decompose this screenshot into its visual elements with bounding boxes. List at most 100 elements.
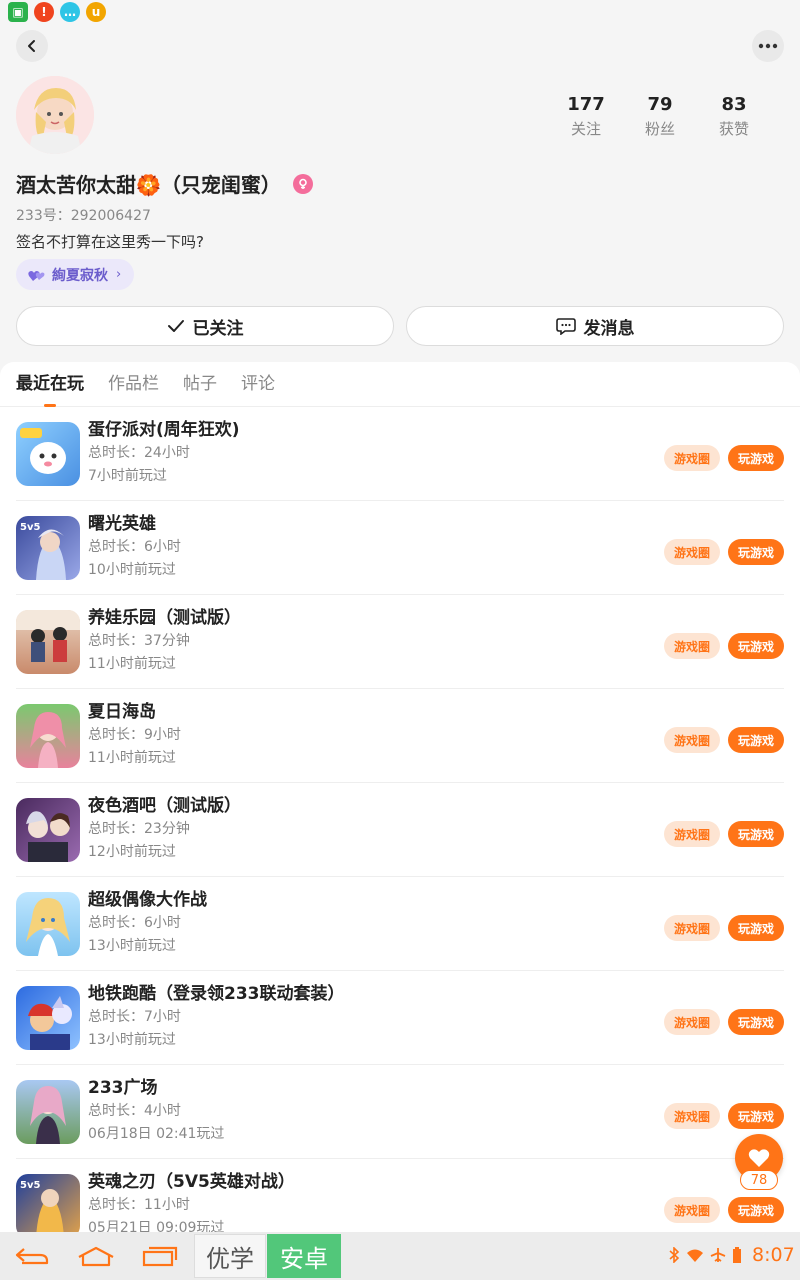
heart-pair-icon [28,270,45,281]
play-game-button[interactable]: 玩游戏 [728,539,784,565]
nav-home-icon [78,1246,114,1267]
game-circle-button[interactable]: 游戏圈 [664,633,720,659]
play-game-button[interactable]: 玩游戏 [728,915,784,941]
nav-recents-icon [142,1246,178,1267]
bluetooth-icon [669,1247,680,1263]
game-circle-button[interactable]: 游戏圈 [664,1009,720,1035]
more-button[interactable] [752,30,784,62]
game-circle-button[interactable]: 游戏圈 [664,821,720,847]
stat-number: 177 [567,94,605,115]
play-game-button[interactable]: 玩游戏 [728,633,784,659]
game-row[interactable]: 夜色酒吧（测试版） 总时长：23分钟 12小时前玩过 游戏圈 玩游戏 [16,783,784,877]
content-panel: 最近在玩 作品栏 帖子 评论 蛋仔派对(周年狂欢) 总时长：24小时 7小时前玩… [0,362,800,1232]
game-circle-button[interactable]: 游戏圈 [664,915,720,941]
message-button[interactable]: 发消息 [406,306,784,346]
nav-back-button[interactable] [12,1242,52,1270]
stat-number: 79 [647,94,673,115]
game-icon: 5v5 [16,1173,80,1232]
follow-button[interactable]: 已关注 [16,306,394,346]
stat-following[interactable]: 177 关注 [549,94,623,140]
game-circle-button[interactable]: 游戏圈 [664,539,720,565]
game-icon: 5v5 [16,515,80,580]
stat-number: 83 [721,94,747,115]
game-icon [16,703,80,768]
svg-text:5v5: 5v5 [20,522,40,533]
game-name: 超级偶像大作战 [88,890,207,910]
nav-home-button[interactable] [76,1242,116,1270]
game-icon [16,891,80,956]
header-bar [0,28,800,64]
uc-icon: u [86,2,106,22]
nickname: 酒太苦你太甜🏵️（只宠闺蜜） [16,173,281,197]
game-list: 蛋仔派对(周年狂欢) 总时长：24小时 7小时前玩过 游戏圈 玩游戏 5v5 曙… [0,407,800,1232]
game-row[interactable]: 5v5 曙光英雄 总时长：6小时 10小时前玩过 游戏圈 玩游戏 [16,501,784,595]
play-game-button[interactable]: 玩游戏 [728,1009,784,1035]
heart-icon [748,1149,770,1167]
game-row[interactable]: 地铁跑酷（登录领233联动套装） 总时长：7小时 13小时前玩过 游戏圈 玩游戏 [16,971,784,1065]
alert-icon: ! [34,2,54,22]
chat-icon: … [60,2,80,22]
system-tray: 8:07 [668,1244,795,1266]
nav-back-icon [15,1248,49,1265]
tab-recently-played[interactable]: 最近在玩 [16,362,84,407]
image-icon: ▣ [8,2,28,22]
game-row[interactable]: 夏日海岛 总时长：9小时 11小时前玩过 游戏圈 玩游戏 [16,689,784,783]
svg-text:5v5: 5v5 [20,1180,40,1191]
game-circle-button[interactable]: 游戏圈 [664,1103,720,1129]
ime-youxue-button[interactable]: 优学 [194,1234,266,1278]
game-name: 曙光英雄 [88,514,156,534]
game-circle-button[interactable]: 游戏圈 [664,727,720,753]
tab-bar: 最近在玩 作品栏 帖子 评论 [0,362,800,407]
stat-label: 获赞 [718,120,749,138]
game-icon [16,609,80,674]
user-id: 233号：292006427 [16,208,151,224]
battery-icon [733,1247,741,1263]
game-name: 养娃乐园（测试版） [88,608,241,628]
game-name: 夜色酒吧（测试版） [88,796,241,816]
game-circle-button[interactable]: 游戏圈 [664,1197,720,1223]
game-circle-button[interactable]: 游戏圈 [664,445,720,471]
back-button[interactable] [16,30,48,62]
more-dots-icon [758,43,778,49]
female-gender-icon [292,173,313,194]
game-name: 英魂之刃（5V5英雄对战） [88,1172,295,1192]
follow-label: 已关注 [192,318,244,339]
avatar[interactable] [16,76,94,154]
stat-likes[interactable]: 83 获赞 [697,94,771,140]
back-arrow-icon [28,40,35,52]
play-game-button[interactable]: 玩游戏 [728,1197,784,1223]
play-game-button[interactable]: 玩游戏 [728,445,784,471]
stat-label: 关注 [570,120,601,138]
game-row[interactable]: 233广场 总时长：4小时 06月18日 02:41玩过 游戏圈 玩游戏 [16,1065,784,1159]
nickname-row: 酒太苦你太甜🏵️（只宠闺蜜） [16,169,313,198]
message-label: 发消息 [583,318,635,339]
game-icon [16,1079,80,1144]
profile-stats: 177 关注 79 粉丝 83 获赞 [549,94,771,140]
avatar-image [16,76,94,154]
play-game-button[interactable]: 玩游戏 [728,821,784,847]
ime-android-button[interactable]: 安卓 [267,1234,341,1278]
airplane-mode-icon [710,1248,726,1262]
stat-label: 粉丝 [644,120,675,138]
tab-posts[interactable]: 帖子 [183,362,217,407]
like-count-badge: 78 [740,1170,778,1190]
chevron-right-icon: › [116,267,122,282]
nav-recents-button[interactable] [140,1242,180,1270]
stat-fans[interactable]: 79 粉丝 [623,94,697,140]
tab-works[interactable]: 作品栏 [108,362,159,407]
relationship-tag[interactable]: 絢夏寂秋 › [16,259,134,290]
game-row[interactable]: 5v5 英魂之刃（5V5英雄对战） 总时长：11小时 05月21日 09:09玩… [16,1159,784,1232]
game-name: 地铁跑酷（登录领233联动套装） [88,984,345,1004]
game-row[interactable]: 养娃乐园（测试版） 总时长：37分钟 11小时前玩过 游戏圈 玩游戏 [16,595,784,689]
game-row[interactable]: 蛋仔派对(周年狂欢) 总时长：24小时 7小时前玩过 游戏圈 玩游戏 [16,407,784,501]
play-game-button[interactable]: 玩游戏 [728,1103,784,1129]
game-icon [16,421,80,486]
game-icon [16,985,80,1050]
tag-label: 絢夏寂秋 [52,267,108,284]
tab-comments[interactable]: 评论 [241,362,275,407]
game-icon [16,797,80,862]
game-row[interactable]: 超级偶像大作战 总时长：6小时 13小时前玩过 游戏圈 玩游戏 [16,877,784,971]
game-name: 233广场 [88,1078,158,1098]
play-game-button[interactable]: 玩游戏 [728,727,784,753]
clock: 8:07 [752,1244,795,1266]
